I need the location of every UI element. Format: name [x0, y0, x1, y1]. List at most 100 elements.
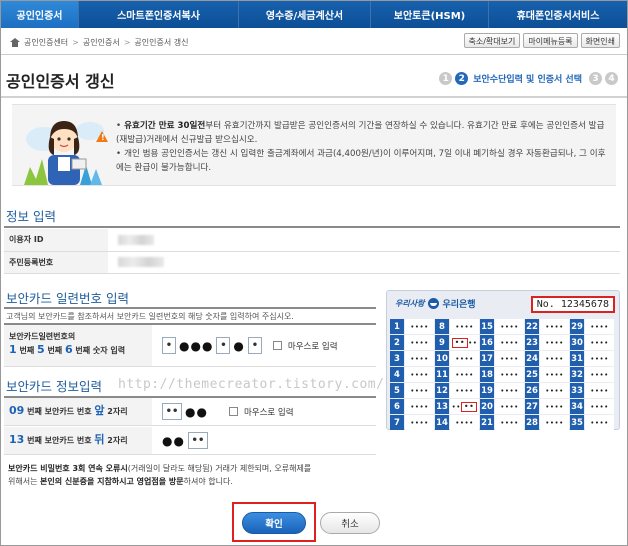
serial-description: 고객님의 보안카드를 참조하셔서 보안카드 일련번호의 해당 숫자를 입력하여 …	[6, 312, 294, 321]
breadcrumb-item[interactable]: 공인인증센터	[24, 37, 68, 48]
page-title: 공인인증서 갱신	[6, 72, 115, 91]
mouse-input-label[interactable]: 마우스로 입력	[244, 406, 294, 418]
card-cell-value: ••••	[405, 415, 434, 430]
table-row: 주민등록번호	[4, 251, 620, 274]
tab-certificate[interactable]: 공인인증서	[1, 1, 79, 28]
card-cell-value: ••••	[450, 383, 479, 398]
staff-illustration-icon	[24, 121, 104, 185]
card-cell-value: ••••	[495, 383, 524, 398]
card-cell-number: 3	[390, 351, 404, 366]
card-cell-number: 8	[435, 319, 449, 334]
card-cell-value: ••••	[450, 319, 479, 334]
tab-security-token[interactable]: 보안토큰(HSM)	[371, 1, 489, 28]
card-cell-number: 23	[525, 335, 539, 350]
security-card-image: 우리사랑 우리은행 No. 12345678 1 •••• 8 •••• 15 •••• 2…	[386, 290, 620, 430]
masked-digits: ●	[233, 338, 245, 353]
mouse-input-checkbox[interactable]	[228, 407, 238, 416]
card-cell-number: 7	[390, 415, 404, 430]
card-back-digits-input[interactable]: ••	[187, 432, 208, 449]
card-cell-number: 11	[435, 367, 449, 382]
card-cell-number: 16	[480, 335, 494, 350]
user-id-value	[108, 229, 620, 252]
card-cell-value: •• ••	[450, 335, 479, 350]
card-cell-number: 1	[390, 319, 404, 334]
section-title-info: 정보 입력	[6, 209, 56, 224]
card-cell-value: ••••	[405, 399, 434, 414]
card-cell-number: 26	[525, 383, 539, 398]
masked-digits: ●●●	[179, 338, 214, 353]
position-number: 5	[36, 343, 45, 356]
card-row-text: 번째 보안카드 번호	[27, 407, 92, 416]
breadcrumb-item[interactable]: 공인인증서	[83, 37, 120, 48]
breadcrumb-separator: >	[123, 37, 131, 47]
breadcrumb-separator: >	[72, 37, 79, 47]
card-front-inputs: •• ●● 마우스로 입력	[162, 403, 294, 420]
card-input-row-front: 09 번째 보안카드 번호 앞 2자리 •• ●● 마우스로 입력	[4, 398, 376, 426]
warning-line: 위해서는 본인의 신분증을 지참하시고 영업점을 방문하셔야 합니다.	[8, 477, 233, 486]
warning-line: 보안카드 비밀번호 3회 연속 오류시(거래일이 달라도 해당됨) 거래가 제한…	[8, 464, 312, 473]
card-cell-value: ••••	[450, 367, 479, 382]
card-cell-number: 20	[480, 399, 494, 414]
card-cell-number: 22	[525, 319, 539, 334]
card-cell-number: 14	[435, 415, 449, 430]
bank-logo: 우리사랑 우리은행	[395, 297, 476, 310]
card-cell-number: 32	[570, 367, 584, 382]
card-row-text: 번째 보안카드 번호	[27, 436, 92, 445]
serial-digit-1-input[interactable]: •	[162, 337, 176, 354]
card-back-inputs: ●● ••	[162, 432, 208, 449]
card-cell-value: ••••	[585, 383, 614, 398]
card-digit-position: 뒤	[94, 433, 105, 446]
zoom-button[interactable]: 축소/확대보기	[463, 33, 521, 48]
card-cell-number: 30	[570, 335, 584, 350]
tab-mobile-certificate[interactable]: 휴대폰인증서서비스	[489, 1, 627, 28]
card-cell-value: ••••	[450, 351, 479, 366]
page-tools: 축소/확대보기 마이메뉴등록 화면인쇄	[463, 33, 620, 48]
mouse-input-checkbox[interactable]	[272, 341, 282, 350]
section-line	[4, 307, 376, 309]
card-cell-value: ••••	[585, 319, 614, 334]
card-cell-number: 4	[390, 367, 404, 382]
card-cell-number: 18	[480, 367, 494, 382]
breadcrumb-item-current: 공인인증서 갱신	[134, 37, 189, 47]
info-table: 이용자 ID 주민등록번호	[4, 229, 620, 274]
serial-digit-5-input[interactable]: •	[216, 337, 231, 354]
card-cell-number: 2	[390, 335, 404, 350]
masked-value	[118, 257, 164, 267]
divider	[1, 54, 627, 55]
top-nav: 공인인증서 스마트폰인증서복사 영수증/세금계산서 보안토큰(HSM) 휴대폰인…	[1, 1, 627, 28]
notice-list: 유효기간 만료 30일전부터 유효기간까지 발급받은 공인인증서의 기간을 연장…	[116, 119, 612, 175]
card-cell-value: ••••	[405, 383, 434, 398]
serial-digit-6-input[interactable]: •	[247, 337, 262, 354]
card-cell-value: ••••	[540, 367, 569, 382]
card-cell-value: ••••	[450, 415, 479, 430]
cancel-button[interactable]: 취소	[320, 512, 380, 534]
serial-inputs: • ●●● • ● • 마우스로 입력	[162, 337, 338, 354]
watermark: http://themecreator.tistory.com/	[118, 377, 385, 392]
card-cell-value: ••••	[540, 319, 569, 334]
tab-receipt-tax[interactable]: 영수증/세금계산서	[239, 1, 371, 28]
notice-item: 유효기간 만료 30일전부터 유효기간까지 발급받은 공인인증서의 기간을 연장…	[116, 119, 612, 147]
tab-smartphone-copy[interactable]: 스마트폰인증서복사	[79, 1, 239, 28]
card-cell-value: ••••	[495, 415, 524, 430]
serial-label-top: 보안카드일련번호의	[9, 332, 76, 341]
card-cell-number: 35	[570, 415, 584, 430]
card-cell-number: 6	[390, 399, 404, 414]
card-cell-value: ••••	[585, 335, 614, 350]
my-menu-button[interactable]: 마이메뉴등록	[523, 33, 578, 48]
print-button[interactable]: 화면인쇄	[580, 33, 620, 48]
card-cell-value: ••••	[495, 399, 524, 414]
card-cell-number: 19	[480, 383, 494, 398]
step-1: 1	[439, 72, 453, 85]
mouse-input-label[interactable]: 마우스로 입력	[288, 340, 338, 352]
serial-label-positions: 1 번째 5 번째 6 번째 숫자 입력	[9, 343, 147, 357]
card-digit-position: 앞	[94, 404, 105, 417]
card-front-digits-input[interactable]: ••	[162, 403, 182, 420]
bank-script: 우리사랑	[395, 299, 425, 308]
position-number: 6	[64, 343, 73, 356]
card-cell-value: ••••	[585, 367, 614, 382]
card-cell-number: 34	[570, 399, 584, 414]
confirm-button[interactable]: 확인	[242, 512, 306, 534]
home-icon[interactable]	[10, 37, 20, 47]
card-cell-value: ••••	[585, 415, 614, 430]
section-title-card-info: 보안카드 정보입력	[6, 379, 102, 394]
